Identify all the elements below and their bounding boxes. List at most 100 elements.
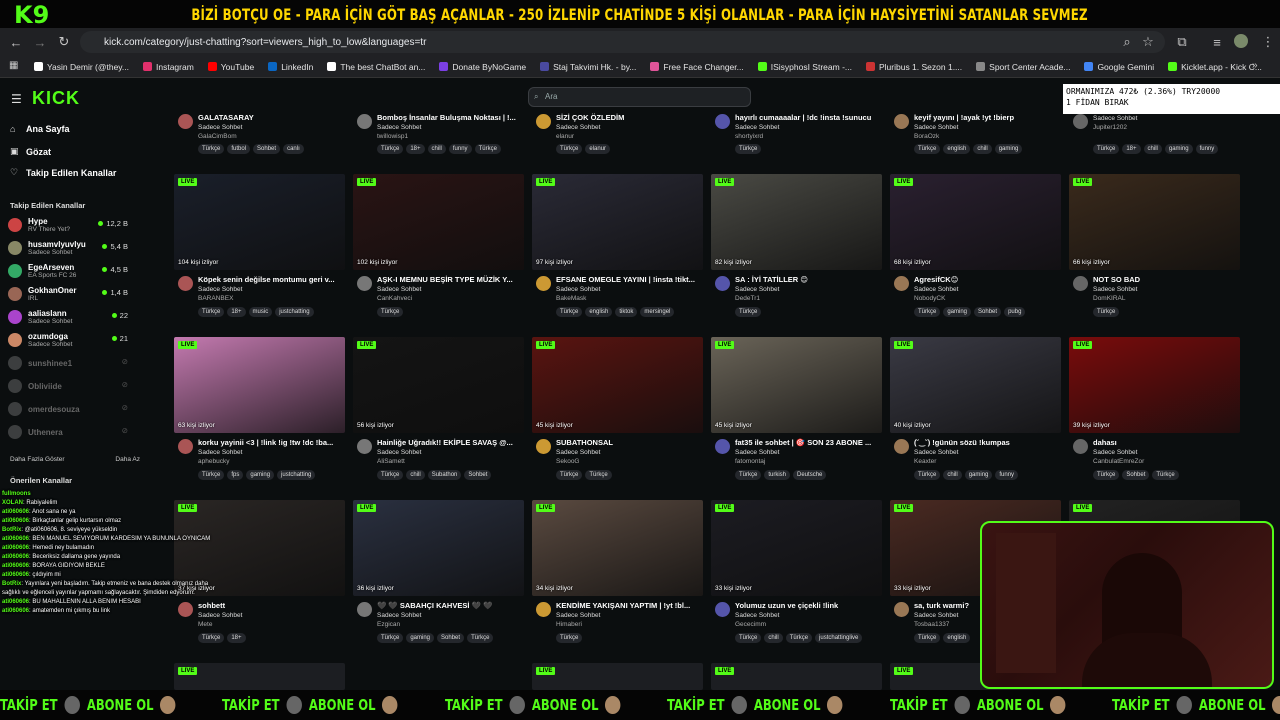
kick-logo[interactable]: KICK bbox=[32, 88, 80, 109]
stream-card[interactable]: LIVE 39 kişi izliyor dahası Sadece Sohbet Ca… bbox=[1069, 337, 1240, 493]
stream-title[interactable]: fat35 ile sohbet | 🎯 SON 23 ABONE ... bbox=[735, 438, 881, 447]
channel-name[interactable]: fatomontaj bbox=[735, 458, 882, 465]
stream-title[interactable]: GALATASARAY bbox=[198, 113, 344, 122]
tag-chip[interactable]: Türkçe bbox=[474, 144, 501, 154]
stream-card[interactable]: LIVE 45 kişi izliyor fat35 ile sohbet | 🎯 … bbox=[711, 337, 882, 493]
channel-name[interactable]: NobodyCK bbox=[914, 295, 1061, 302]
followed-channel[interactable]: Uthenera ⊘ bbox=[8, 421, 158, 443]
tag-chip[interactable]: 18+ bbox=[406, 144, 425, 154]
stream-title[interactable]: AŞK-I MEMNU BEŞİR TYPE MÜZİK Y... bbox=[377, 275, 523, 284]
tag-chip[interactable]: Türkçe bbox=[198, 470, 225, 480]
bookmark-item[interactable]: Yasin Demir (@they... bbox=[34, 62, 129, 72]
show-less-button[interactable]: Daha Az bbox=[115, 456, 140, 463]
stream-title[interactable]: Yolumuz uzun ve çiçekli !link bbox=[735, 601, 881, 610]
stream-card[interactable]: GALATASARAY Sadece Sohbet GalaCimBom Türkçe… bbox=[174, 108, 345, 168]
channel-name[interactable]: BARANBEX bbox=[198, 295, 345, 302]
stream-category[interactable]: Sadece Sohbet bbox=[735, 124, 882, 131]
channel-name[interactable]: CanbulatEmreZor bbox=[1093, 458, 1240, 465]
tag-chip[interactable]: justchatting bbox=[277, 470, 316, 480]
bookmark-item[interactable]: The best ChatBot an... bbox=[327, 62, 425, 72]
tag-chip[interactable]: Türkçe bbox=[1093, 307, 1120, 317]
channel-name[interactable]: Himaberi bbox=[556, 621, 703, 628]
tag-chip[interactable]: chill bbox=[943, 470, 962, 480]
tag-chip[interactable]: Sohbet bbox=[1122, 470, 1150, 480]
star-icon[interactable]: ☆ bbox=[1136, 30, 1160, 54]
stream-category[interactable]: Sadece Sohbet bbox=[914, 449, 1061, 456]
channel-name[interactable]: DedeTr1 bbox=[735, 295, 882, 302]
tag-chip[interactable]: funny bbox=[448, 144, 472, 154]
stream-card[interactable]: LIVE 45 kişi izliyor SUBATHONSAL Sadece Soh… bbox=[532, 337, 703, 493]
tag-chip[interactable]: gaming bbox=[1164, 144, 1193, 154]
nav-following[interactable]: ♡ Takip Edilen Kanallar bbox=[10, 167, 116, 178]
hamburger-icon[interactable]: ☰ bbox=[11, 92, 22, 106]
channel-name[interactable]: aphebucky bbox=[198, 458, 345, 465]
stream-category[interactable]: Sadece Sohbet bbox=[735, 286, 882, 293]
stream-category[interactable]: Sadece Sohbet bbox=[556, 286, 703, 293]
stream-title[interactable]: sohbett bbox=[198, 601, 344, 610]
tag-chip[interactable]: Türkçe bbox=[377, 307, 404, 317]
stream-card[interactable]: keyif yayını | !ayak !yt !bierp Sadece So… bbox=[890, 108, 1061, 168]
channel-name[interactable]: shortyixrd bbox=[735, 133, 882, 140]
search-input[interactable]: ⌕ Ara bbox=[528, 87, 751, 107]
stream-card[interactable]: LIVE 56 kişi izliyor Hainliğe Uğradık!! EK… bbox=[353, 337, 524, 493]
nav-browse[interactable]: ▣ Gözat bbox=[10, 146, 51, 157]
stream-title[interactable]: Bomboş İnsanlar Buluşma Noktası | !... bbox=[377, 113, 523, 122]
bookmark-item[interactable]: ISisyphosI Stream -... bbox=[757, 62, 852, 72]
forward-icon[interactable]: → bbox=[28, 30, 52, 54]
stream-category[interactable]: Sadece Sohbet bbox=[735, 449, 882, 456]
bookmark-item[interactable]: Sport Center Acade... bbox=[976, 62, 1070, 72]
stream-title[interactable]: (˘‿˘) !günün sözü !kumpas bbox=[914, 438, 1060, 447]
tag-chip[interactable]: Türkçe bbox=[914, 633, 941, 643]
back-icon[interactable]: ← bbox=[4, 30, 28, 54]
tag-chip[interactable]: pubg bbox=[1004, 307, 1026, 317]
stream-title[interactable]: Köpek senin değilse montumu geri v... bbox=[198, 275, 344, 284]
stream-category[interactable]: Sadece Sohbet bbox=[914, 286, 1061, 293]
stream-title[interactable]: EFSANE OMEGLE YAYINI | !insta !tikt... bbox=[556, 275, 702, 284]
stream-category[interactable]: Sadece Sohbet bbox=[1093, 115, 1240, 122]
stream-category[interactable]: Sadece Sohbet bbox=[556, 612, 703, 619]
bookmark-item[interactable]: LinkedIn bbox=[268, 62, 313, 72]
followed-channel[interactable]: Obliviide ⊘ bbox=[8, 375, 158, 397]
channel-name[interactable]: Ezgican bbox=[377, 621, 524, 628]
stream-card[interactable]: Sadece Sohbet Jupiter1202 Türkçe 18+ chill ga… bbox=[1069, 108, 1240, 168]
channel-name[interactable]: SekooG bbox=[556, 458, 703, 465]
stream-title[interactable]: hayırlı cumaaaalar | !dc !insta !sunucu bbox=[735, 113, 881, 122]
stream-card[interactable]: LIVE 102 kişi izliyor AŞK-I MEMNU BEŞİR TY… bbox=[353, 174, 524, 330]
tag-chip[interactable]: Türkçe bbox=[198, 144, 225, 154]
tag-chip[interactable]: english bbox=[943, 144, 971, 154]
stream-card[interactable]: SİZİ ÇOK ÖZLEDİM Sadece Sohbet elanur Türkç… bbox=[532, 108, 703, 168]
stream-title[interactable]: NOT SO BAD bbox=[1093, 275, 1239, 284]
stream-category[interactable]: Sadece Sohbet bbox=[198, 612, 345, 619]
media-icon[interactable]: ≡ bbox=[1205, 30, 1229, 54]
stream-category[interactable]: Sadece Sohbet bbox=[556, 124, 703, 131]
stream-card[interactable]: LIVE 33 kişi izliyor Yolumuz uzun ve çiçek… bbox=[711, 500, 882, 656]
stream-title[interactable]: AgresifCK😊 bbox=[914, 275, 1060, 284]
stream-card[interactable]: LIVE 34 kişi izliyor KENDİME YAKIŞANI YAPT… bbox=[532, 500, 703, 656]
bookmark-item[interactable]: Free Face Changer... bbox=[650, 62, 744, 72]
stream-thumbnail[interactable]: LIVE 102 kişi izliyor bbox=[353, 174, 524, 270]
tag-chip[interactable]: music bbox=[248, 307, 273, 317]
tag-chip[interactable]: english bbox=[585, 307, 613, 317]
tag-chip[interactable]: funny bbox=[995, 470, 1019, 480]
bookmark-item[interactable]: Staj Takvimi Hk. - by... bbox=[540, 62, 636, 72]
tag-chip[interactable]: Türkçe bbox=[785, 633, 813, 643]
stream-thumbnail[interactable]: LIVE 36 kişi izliyor bbox=[353, 500, 524, 596]
stream-thumbnail[interactable]: LIVE 63 kişi izliyor bbox=[174, 337, 345, 433]
channel-name[interactable]: Keaxter bbox=[914, 458, 1061, 465]
stream-card[interactable]: LIVE 68 kişi izliyor AgresifCK😊 Sadece Sohb… bbox=[890, 174, 1061, 330]
bookmark-item[interactable]: Pluribus 1. Sezon 1.... bbox=[865, 62, 962, 72]
tag-chip[interactable]: gaming bbox=[246, 470, 275, 480]
channel-name[interactable]: GalaCimBom bbox=[198, 133, 345, 140]
stream-thumbnail[interactable]: LIVE 34 kişi izliyor bbox=[532, 500, 703, 596]
followed-channel[interactable]: ozumdoga Sadece Sohbet 21 bbox=[8, 329, 158, 351]
followed-channel[interactable]: husamvlyuvlyu Sadece Sohbet 5,4 B bbox=[8, 237, 158, 259]
tag-chip[interactable]: Deutsche bbox=[793, 470, 827, 480]
extensions-icon[interactable]: ⧉ bbox=[1170, 30, 1194, 54]
channel-name[interactable]: CanKahveci bbox=[377, 295, 524, 302]
stream-thumbnail[interactable]: LIVE bbox=[711, 663, 882, 690]
stream-card[interactable]: LIVE 36 kişi izliyor 🖤 🖤 SABAHÇI KAHVESİ 🖤… bbox=[353, 500, 524, 656]
tag-chip[interactable]: Türkçe bbox=[377, 633, 404, 643]
apps-icon[interactable]: ▦ bbox=[9, 60, 18, 71]
stream-category[interactable]: Sadece Sohbet bbox=[198, 449, 345, 456]
stream-category[interactable]: Sadece Sohbet bbox=[377, 124, 524, 131]
